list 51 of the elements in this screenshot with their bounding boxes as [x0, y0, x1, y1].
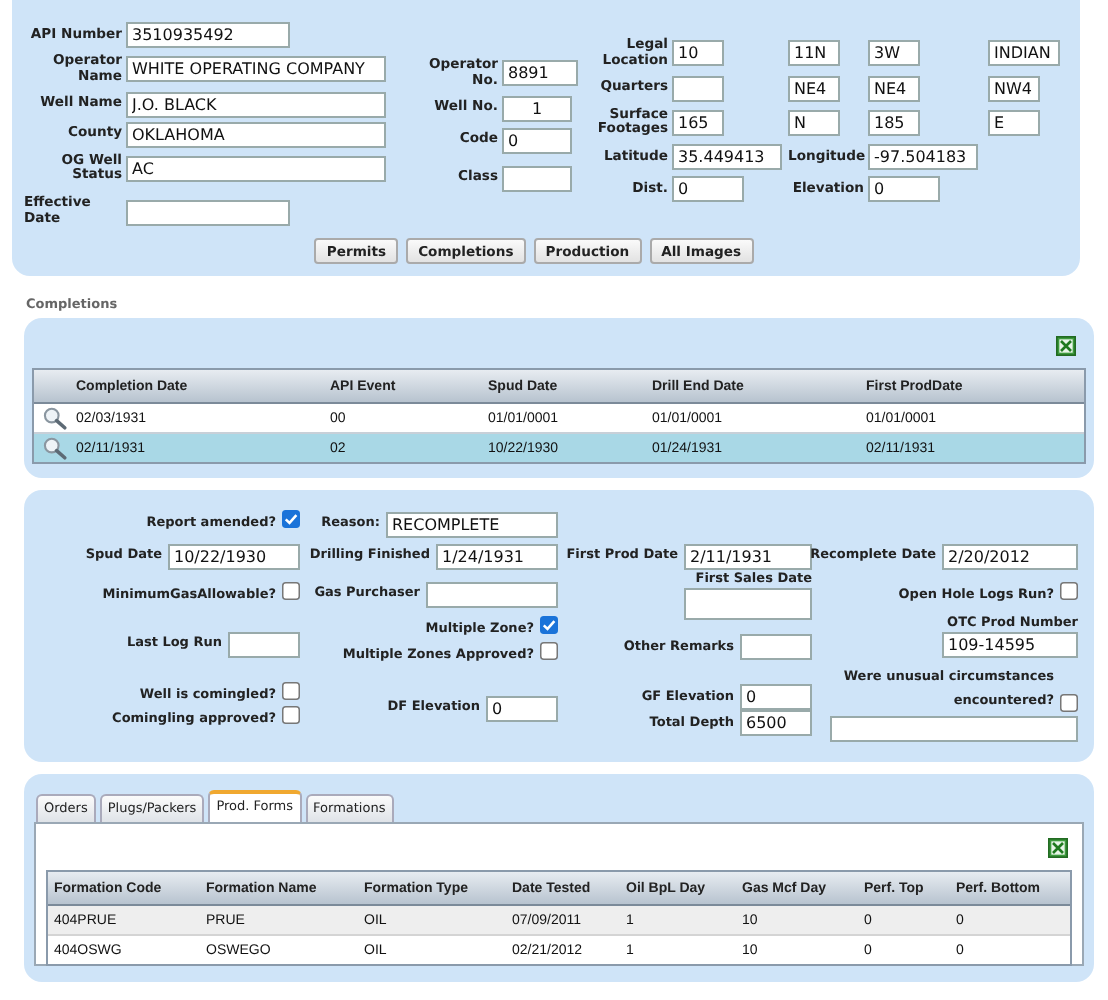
checkbox[interactable] — [540, 616, 558, 634]
input-field[interactable] — [672, 75, 724, 102]
input-field[interactable]: 6500 — [740, 709, 812, 736]
input-field[interactable]: 0 — [868, 176, 940, 203]
input-field[interactable]: 10/22/1930 — [168, 543, 300, 569]
checkbox[interactable] — [1060, 693, 1078, 712]
input-field[interactable]: WHITE OPERATING COMPANY — [126, 56, 386, 83]
checkbox[interactable] — [282, 510, 300, 528]
checkbox[interactable] — [1060, 582, 1078, 600]
input-field[interactable]: 10 — [672, 40, 724, 67]
spreadsheet-export-icon[interactable] — [1056, 336, 1076, 356]
input-field[interactable] — [740, 633, 812, 660]
input-field[interactable] — [228, 631, 300, 657]
input-field[interactable]: N — [788, 109, 840, 136]
input-field[interactable]: 11N — [788, 40, 840, 67]
input-field[interactable]: 3W — [868, 40, 920, 67]
input-field[interactable] — [426, 581, 558, 607]
input-field[interactable]: INDIAN — [988, 40, 1060, 67]
input-field[interactable] — [126, 199, 290, 226]
input-field[interactable]: 3510935492 — [126, 22, 290, 48]
input-field[interactable]: 1/24/1931 — [436, 543, 558, 569]
input-field[interactable]: NW4 — [988, 75, 1040, 102]
checkbox[interactable] — [282, 706, 300, 724]
input-field[interactable]: 2/20/2012 — [942, 543, 1078, 569]
checkbox[interactable] — [540, 642, 558, 660]
input-field[interactable]: OKLAHOMA — [126, 121, 386, 148]
input-field[interactable]: 0 — [672, 176, 744, 203]
input-field[interactable]: 2/11/1931 — [684, 543, 812, 569]
input-field[interactable]: E — [988, 109, 1040, 136]
input-field[interactable]: 0 — [502, 127, 572, 154]
input-field[interactable]: 0 — [740, 683, 812, 710]
input-field[interactable]: 0 — [486, 695, 558, 721]
input-field[interactable] — [502, 165, 572, 192]
spreadsheet-export-icon[interactable] — [1048, 838, 1068, 858]
checkbox[interactable] — [282, 582, 300, 600]
input-field[interactable]: RECOMPLETE — [386, 511, 558, 537]
input-field[interactable] — [684, 588, 812, 621]
input-field[interactable]: 35.449413 — [672, 144, 782, 171]
input-field[interactable]: 8891 — [502, 60, 578, 87]
input-field[interactable]: NE4 — [868, 75, 920, 102]
input-field[interactable]: 109-14595 — [942, 632, 1078, 659]
input-field[interactable]: -97.504183 — [868, 144, 978, 171]
input-field[interactable]: 1 — [502, 95, 572, 122]
input-field[interactable]: NE4 — [788, 75, 840, 102]
input-field[interactable]: 165 — [672, 109, 724, 136]
search-icon[interactable] — [42, 406, 68, 430]
input-field[interactable]: 185 — [868, 109, 920, 136]
input-field[interactable]: AC — [126, 155, 386, 182]
input-field[interactable] — [830, 715, 1078, 742]
search-icon[interactable] — [42, 436, 68, 460]
checkbox[interactable] — [282, 682, 300, 700]
